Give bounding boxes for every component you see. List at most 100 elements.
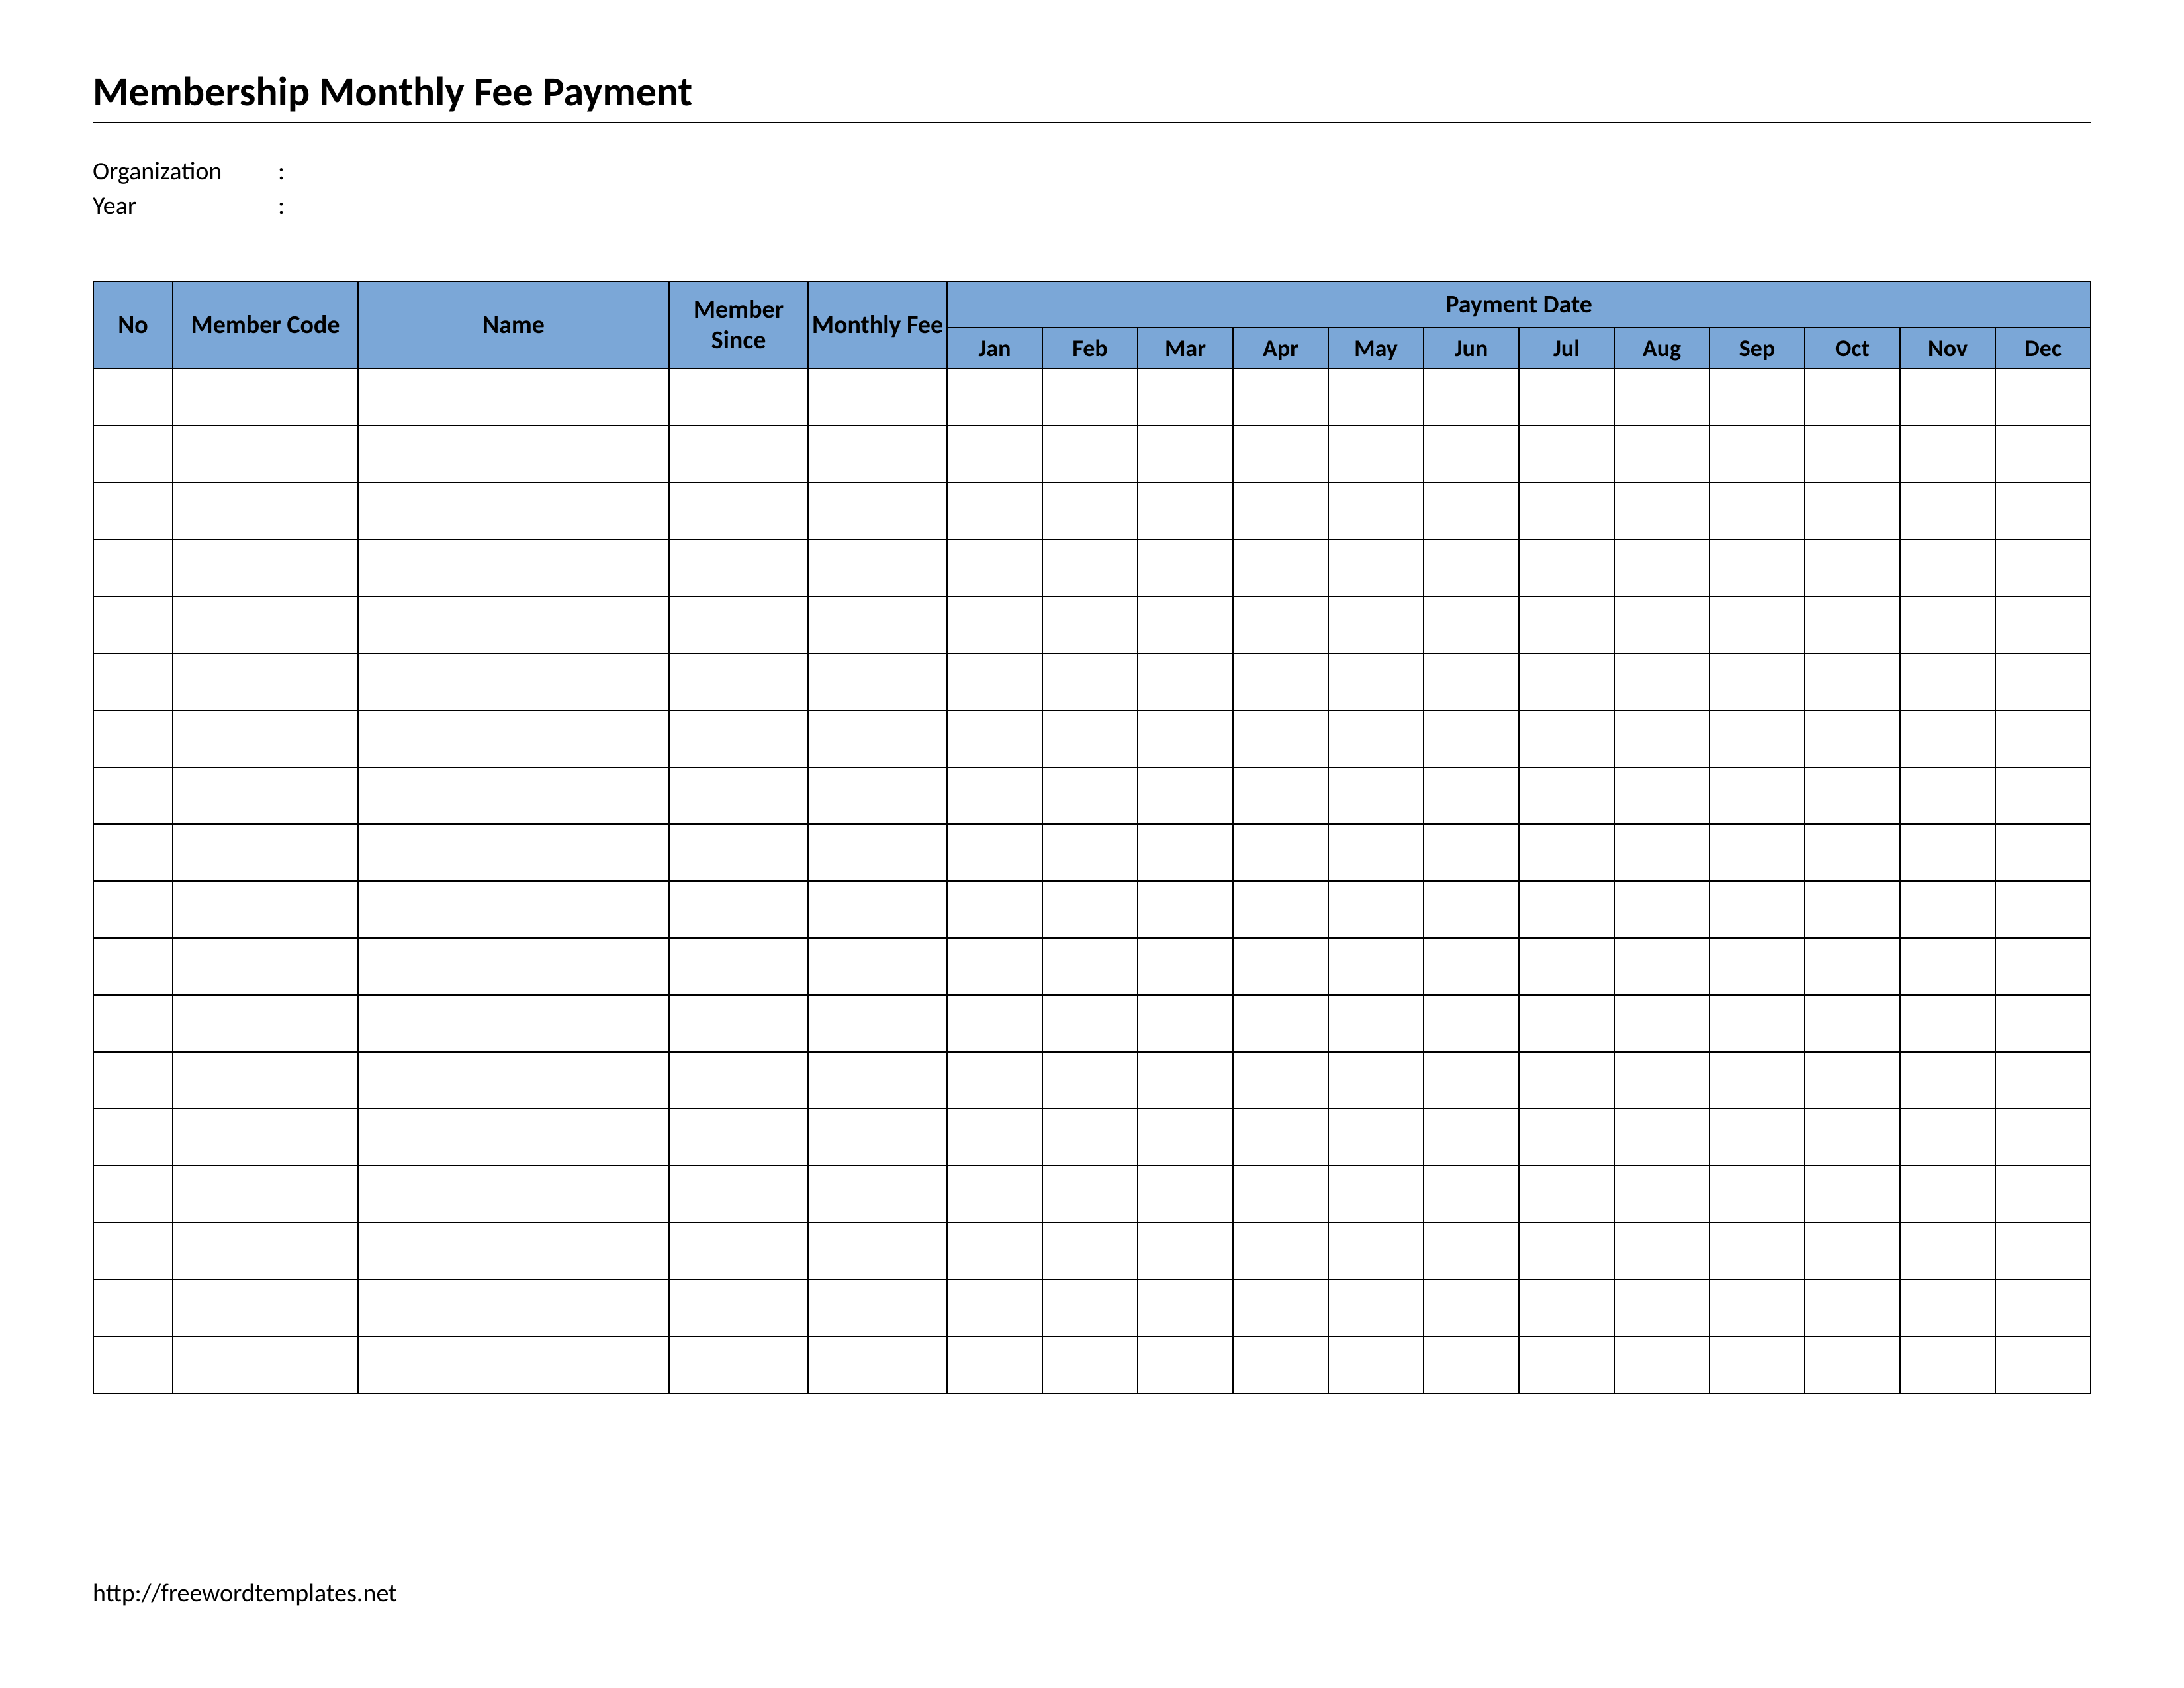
table-cell (1519, 596, 1614, 653)
table-cell (1233, 483, 1328, 539)
table-cell (1328, 995, 1424, 1052)
table-cell (1614, 938, 1709, 995)
header-no: No (93, 281, 173, 369)
table-cell (1614, 767, 1709, 824)
table-cell (1900, 767, 1995, 824)
table-cell (1424, 1109, 1519, 1166)
table-cell (947, 1336, 1042, 1393)
table-cell (1995, 426, 2091, 483)
table-cell (1042, 1052, 1138, 1109)
table-cell (173, 1052, 358, 1109)
table-cell (1424, 1280, 1519, 1336)
table-cell (358, 710, 669, 767)
table-cell (1519, 1052, 1614, 1109)
table-cell (1995, 1223, 2091, 1280)
table-cell (1614, 596, 1709, 653)
table-cell (1424, 1052, 1519, 1109)
header-month-dec: Dec (1995, 328, 2091, 369)
table-row (93, 369, 2091, 426)
table-cell (947, 824, 1042, 881)
table-cell (1805, 596, 1900, 653)
table-row (93, 824, 2091, 881)
table-cell (1233, 539, 1328, 596)
table-cell (1900, 995, 1995, 1052)
table-cell (358, 483, 669, 539)
table-cell (1995, 653, 2091, 710)
table-cell (1805, 995, 1900, 1052)
table-cell (1900, 539, 1995, 596)
table-cell (1805, 1336, 1900, 1393)
table-cell (1233, 426, 1328, 483)
table-cell (93, 710, 173, 767)
table-cell (1805, 1109, 1900, 1166)
table-cell (1614, 539, 1709, 596)
table-cell (1042, 995, 1138, 1052)
table-cell (1614, 653, 1709, 710)
table-cell (947, 938, 1042, 995)
table-cell (1900, 426, 1995, 483)
meta-organization-row: Organization : (93, 156, 2091, 187)
table-cell (1424, 710, 1519, 767)
table-cell (808, 1336, 947, 1393)
table-cell (1138, 1280, 1233, 1336)
table-row (93, 653, 2091, 710)
table-cell (1519, 653, 1614, 710)
table-cell (669, 539, 808, 596)
table-cell (1042, 881, 1138, 938)
table-cell (1709, 653, 1805, 710)
header-month-jan: Jan (947, 328, 1042, 369)
table-cell (1424, 767, 1519, 824)
table-cell (1519, 539, 1614, 596)
table-cell (1900, 1109, 1995, 1166)
table-cell (1709, 881, 1805, 938)
table-cell (1614, 1280, 1709, 1336)
table-cell (1328, 881, 1424, 938)
table-cell (1519, 767, 1614, 824)
table-cell (808, 539, 947, 596)
table-cell (1042, 824, 1138, 881)
table-cell (1709, 995, 1805, 1052)
table-cell (669, 596, 808, 653)
table-cell (358, 1280, 669, 1336)
table-cell (1042, 1280, 1138, 1336)
table-cell (947, 995, 1042, 1052)
table-cell (1138, 881, 1233, 938)
table-cell (93, 1223, 173, 1280)
table-cell (1042, 1166, 1138, 1223)
table-cell (93, 1280, 173, 1336)
table-cell (173, 938, 358, 995)
table-cell (808, 426, 947, 483)
table-cell (358, 596, 669, 653)
table-cell (173, 369, 358, 426)
table-cell (358, 824, 669, 881)
table-cell (669, 1166, 808, 1223)
header-payment-date: Payment Date (947, 281, 2091, 328)
table-cell (1233, 824, 1328, 881)
table-cell (1233, 938, 1328, 995)
header-month-feb: Feb (1042, 328, 1138, 369)
table-row (93, 710, 2091, 767)
table-cell (93, 539, 173, 596)
table-cell (358, 426, 669, 483)
table-cell (358, 1336, 669, 1393)
table-cell (1709, 539, 1805, 596)
table-row (93, 1166, 2091, 1223)
table-cell (1424, 995, 1519, 1052)
table-cell (1995, 1166, 2091, 1223)
table-cell (1805, 767, 1900, 824)
colon: : (278, 156, 291, 187)
table-cell (358, 1166, 669, 1223)
table-cell (173, 881, 358, 938)
table-cell (173, 995, 358, 1052)
table-cell (93, 483, 173, 539)
header-monthly-fee: Monthly Fee (808, 281, 947, 369)
table-cell (669, 938, 808, 995)
table-cell (358, 653, 669, 710)
table-cell (173, 1336, 358, 1393)
table-cell (1995, 1336, 2091, 1393)
table-cell (1328, 426, 1424, 483)
table-cell (947, 369, 1042, 426)
table-cell (1138, 995, 1233, 1052)
table-cell (1995, 539, 2091, 596)
table-cell (1328, 483, 1424, 539)
